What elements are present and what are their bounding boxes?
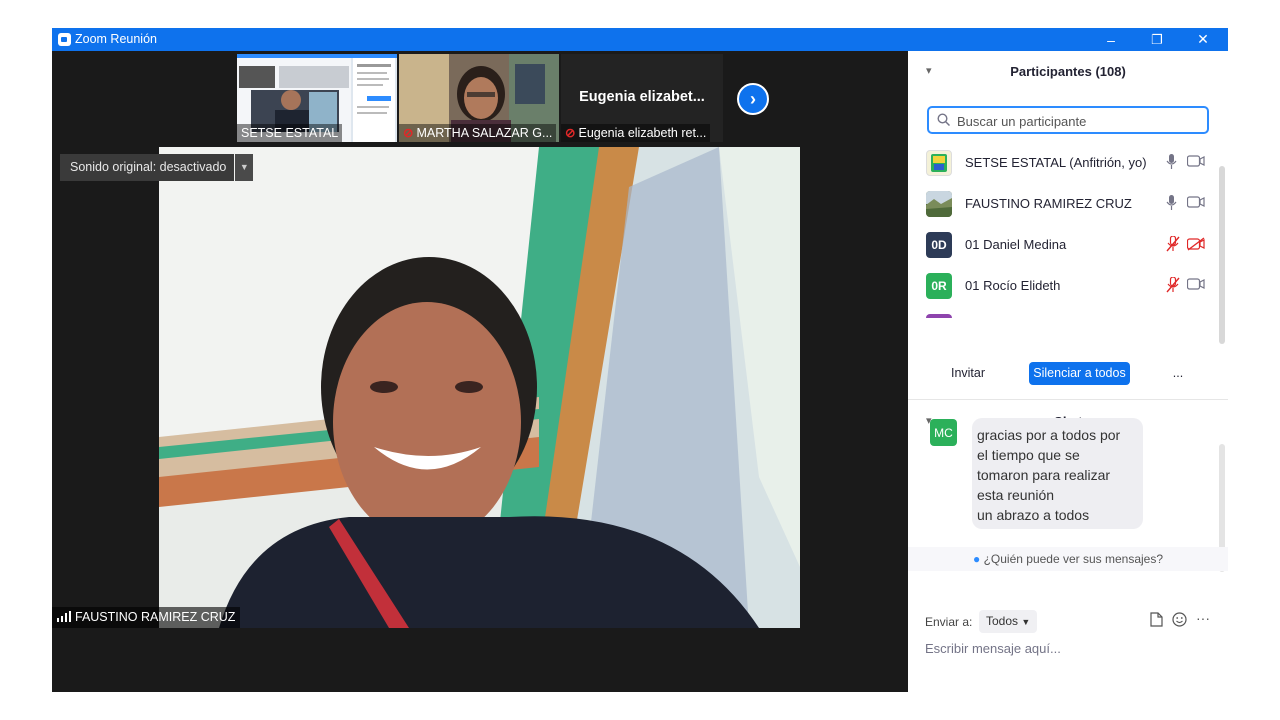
video-camera-icon[interactable] (1187, 196, 1205, 208)
send-to-label: Enviar a: (925, 615, 973, 629)
more-icon[interactable]: ··· (1196, 610, 1210, 626)
person-lock-icon: ● (972, 552, 981, 566)
zoom-window: Zoom Reunión – ❐ ✕ SETSE ESTATAL ⊘ MARTH… (52, 28, 1228, 692)
who-can-see-messages-link[interactable]: ● ¿Quién puede ver sus mensajes? (908, 547, 1228, 571)
participant-list-scrollbar[interactable] (1219, 166, 1225, 344)
next-page-button[interactable]: › (737, 83, 769, 115)
sound-original-label[interactable]: Sonido original: desactivado (60, 154, 235, 181)
participant-name: SETSE ESTATAL (Anfitrión, yo) (965, 155, 1147, 170)
signal-bars-icon (57, 611, 71, 622)
participant-row[interactable]: 0D 01 Daniel Medina (908, 224, 1218, 265)
initials-avatar: 0R (926, 273, 952, 299)
chat-sender-avatar: MC (930, 419, 957, 446)
restore-button[interactable]: ❐ (1134, 28, 1180, 51)
chat-header: ▾ Chat (908, 373, 1228, 429)
thumb-name-martha: ⊘ MARTHA SALAZAR G... (399, 124, 557, 142)
initials-avatar: 0D (926, 232, 952, 258)
participants-title: Participantes (108) (1010, 64, 1126, 79)
search-icon (937, 113, 951, 129)
participant-name: 01 Rocío Elideth (965, 278, 1061, 293)
video-off-icon[interactable] (1187, 237, 1205, 251)
main-speaker-video (159, 147, 800, 628)
speaker-name-label: FAUSTINO RAMIREZ CRUZ (52, 607, 241, 628)
close-button[interactable]: ✕ (1180, 28, 1226, 51)
muted-microphone-icon[interactable] (1166, 277, 1180, 293)
chat-message: gracias por a todos por el tiempo que se… (972, 418, 1143, 529)
send-to-dropdown[interactable]: Todos ▼ (979, 610, 1038, 633)
muted-mic-icon: ⊘ (403, 126, 414, 140)
initials-avatar (926, 314, 952, 318)
participant-row[interactable]: SETSE ESTATAL (Anfitrión, yo) (908, 142, 1218, 183)
speaker-video-image (159, 147, 800, 628)
participant-name: 01 Daniel Medina (965, 237, 1067, 252)
participant-search[interactable] (927, 106, 1209, 134)
zoom-app-icon (58, 33, 71, 46)
video-camera-icon[interactable] (1187, 278, 1205, 290)
participant-row[interactable]: FAUSTINO RAMIREZ CRUZ (908, 183, 1218, 224)
chat-message-text: gracias por a todos por el tiempo que se… (977, 427, 1121, 523)
microphone-icon[interactable] (1166, 195, 1177, 211)
photo-avatar (926, 191, 952, 217)
gallery-thumb-setse[interactable]: SETSE ESTATAL (237, 54, 397, 142)
participant-name: FAUSTINO RAMIREZ CRUZ (965, 196, 1132, 211)
participant-row[interactable]: 0R 01 Rocío Elideth (908, 265, 1218, 306)
gallery-thumb-eugenia[interactable]: Eugenia elizabet... ⊘ Eugenia elizabeth r… (561, 54, 723, 142)
thumb-big-name-eugenia: Eugenia elizabet... (579, 89, 705, 105)
participant-list: SETSE ESTATAL (Anfitrión, yo) FAUSTINO R… (908, 142, 1218, 318)
gallery-thumb-martha[interactable]: ⊘ MARTHA SALAZAR G... (399, 54, 559, 142)
emoji-icon[interactable] (1172, 612, 1187, 627)
participant-row[interactable] (908, 306, 1218, 318)
title-bar: Zoom Reunión – ❐ ✕ (52, 28, 1228, 51)
muted-microphone-icon[interactable] (1166, 236, 1180, 252)
video-camera-icon[interactable] (1187, 155, 1205, 167)
file-icon[interactable] (1150, 612, 1163, 627)
muted-mic-icon: ⊘ (565, 126, 576, 140)
thumb-name-setse: SETSE ESTATAL (237, 124, 343, 142)
dropdown-arrow-icon[interactable]: ▼ (235, 154, 254, 181)
chevron-down-icon: ▼ (1021, 617, 1031, 627)
thumb-name-eugenia: ⊘ Eugenia elizabeth ret... (561, 124, 711, 142)
video-area: SETSE ESTATAL ⊘ MARTHA SALAZAR G... Eugen… (52, 51, 908, 692)
chevron-right-icon: › (750, 88, 756, 109)
minimize-button[interactable]: – (1088, 28, 1134, 51)
chat-message-input[interactable]: Escribir mensaje aquí... (925, 641, 1061, 656)
participants-header: ▾ Participantes (108) (908, 51, 1228, 91)
microphone-icon[interactable] (1166, 154, 1177, 170)
search-input[interactable] (955, 110, 1199, 132)
setse-logo-avatar (926, 150, 952, 176)
sound-original-control[interactable]: Sonido original: desactivado ▼ (60, 154, 254, 181)
window-title: Zoom Reunión (75, 32, 157, 46)
side-panel: ▾ Participantes (108) SETSE ESTATAL (Anf… (908, 51, 1228, 692)
